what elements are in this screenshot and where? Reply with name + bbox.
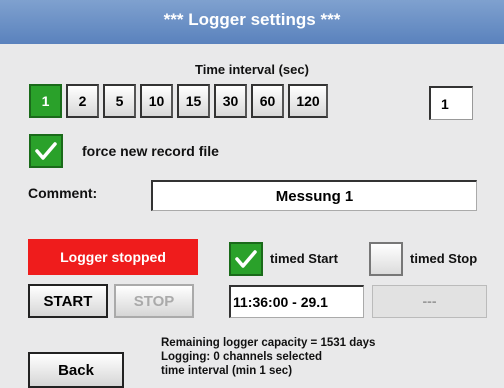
comment-input[interactable]: Messung 1 [151, 180, 477, 211]
remaining-capacity-text: Remaining logger capacity = 1531 days [161, 337, 376, 349]
timed-stop-input[interactable]: --- [372, 285, 487, 318]
logger-info-text: Remaining logger capacity = 1531 days Lo… [161, 336, 375, 378]
back-button[interactable]: Back [28, 352, 124, 388]
start-button[interactable]: START [28, 284, 108, 318]
force-new-record-checkbox[interactable] [29, 134, 63, 168]
interval-button-15[interactable]: 15 [177, 84, 210, 118]
window-title: *** Logger settings *** [0, 0, 504, 44]
stop-button[interactable]: STOP [114, 284, 194, 318]
timed-start-label: timed Start [270, 251, 338, 266]
timed-start-input[interactable]: 11:36:00 - 29.1 [229, 285, 364, 318]
interval-note-text: time interval (min 1 sec) [161, 365, 293, 377]
timed-stop-label: timed Stop [410, 251, 478, 266]
timed-start-checkbox[interactable] [229, 242, 263, 276]
time-interval-label: Time interval (sec) [195, 62, 309, 77]
logger-status-badge: Logger stopped [28, 239, 198, 275]
interval-button-group: 1 2 5 10 15 30 60 120 [29, 84, 328, 118]
timed-stop-checkbox[interactable] [369, 242, 403, 276]
checkmark-icon [235, 250, 257, 268]
checkmark-icon [35, 142, 57, 160]
channels-selected-text: Logging: 0 channels selected [161, 351, 323, 363]
interval-button-1[interactable]: 1 [29, 84, 62, 118]
interval-button-60[interactable]: 60 [251, 84, 284, 118]
interval-button-120[interactable]: 120 [288, 84, 328, 118]
force-new-record-label: force new record file [82, 143, 219, 159]
custom-interval-input[interactable]: 1 [429, 86, 473, 120]
interval-button-10[interactable]: 10 [140, 84, 173, 118]
interval-button-5[interactable]: 5 [103, 84, 136, 118]
comment-label: Comment: [28, 185, 98, 201]
interval-button-2[interactable]: 2 [66, 84, 99, 118]
interval-button-30[interactable]: 30 [214, 84, 247, 118]
